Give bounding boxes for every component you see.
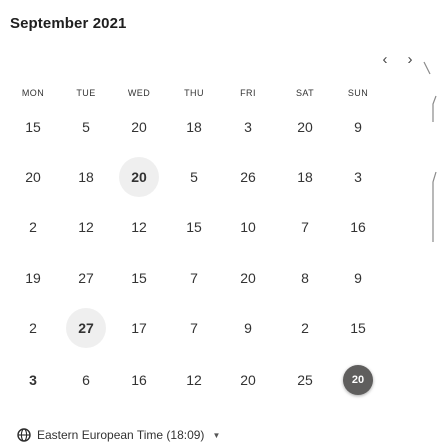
day-cell[interactable]: 20 (119, 107, 159, 147)
day-cell[interactable]: 2 (13, 308, 53, 348)
day-cell[interactable]: 27 (66, 258, 106, 298)
day-cell[interactable]: 5 (174, 157, 214, 197)
day-cell[interactable]: 3 (13, 360, 53, 400)
day-cell[interactable]: 12 (66, 207, 106, 247)
day-cell[interactable]: 17 (119, 308, 159, 348)
timezone-label: Eastern European Time (18:09) (37, 428, 205, 442)
day-cell[interactable]: 18 (174, 107, 214, 147)
day-cell-selected[interactable]: 27 (66, 308, 106, 348)
day-cell[interactable]: 18 (66, 157, 106, 197)
day-cell[interactable]: 9 (228, 308, 268, 348)
day-cell[interactable]: 12 (119, 207, 159, 247)
timezone-selector[interactable]: Eastern European Time (18:09) ▼ (17, 428, 220, 442)
day-cell[interactable]: 5 (66, 107, 106, 147)
day-cell[interactable]: 9 (338, 107, 378, 147)
caret-down-icon: ▼ (212, 430, 221, 440)
day-cell[interactable]: 15 (119, 258, 159, 298)
day-cell-selected[interactable]: 20 (119, 157, 159, 197)
day-cell[interactable]: 20 (228, 360, 268, 400)
day-cell[interactable]: 15 (338, 308, 378, 348)
day-cell[interactable]: 15 (174, 207, 214, 247)
day-cell[interactable]: 2 (13, 207, 53, 247)
day-cell[interactable]: 16 (119, 360, 159, 400)
day-cell[interactable]: 9 (338, 258, 378, 298)
day-cell[interactable]: 26 (228, 157, 268, 197)
day-cell[interactable]: 3 (228, 107, 268, 147)
day-cell[interactable]: 10 (228, 207, 268, 247)
day-cell[interactable]: 2 (285, 308, 325, 348)
day-cell[interactable]: 8 (285, 258, 325, 298)
day-cell[interactable]: 3 (338, 157, 378, 197)
day-cell-today[interactable]: 20 (343, 365, 373, 395)
day-cell[interactable]: 16 (338, 207, 378, 247)
day-grid: 15 5 20 18 3 20 9 20 18 20 5 26 18 3 2 1… (0, 0, 438, 447)
day-cell[interactable]: 20 (13, 157, 53, 197)
day-cell[interactable]: 15 (13, 107, 53, 147)
day-cell[interactable]: 18 (285, 157, 325, 197)
day-cell[interactable]: 19 (13, 258, 53, 298)
day-cell[interactable]: 7 (285, 207, 325, 247)
globe-icon (17, 428, 31, 442)
day-cell[interactable]: 7 (174, 258, 214, 298)
day-cell[interactable]: 20 (285, 107, 325, 147)
day-cell[interactable]: 25 (285, 360, 325, 400)
day-cell[interactable]: 12 (174, 360, 214, 400)
day-cell[interactable]: 6 (66, 360, 106, 400)
day-cell[interactable]: 7 (174, 308, 214, 348)
day-cell[interactable]: 20 (228, 258, 268, 298)
